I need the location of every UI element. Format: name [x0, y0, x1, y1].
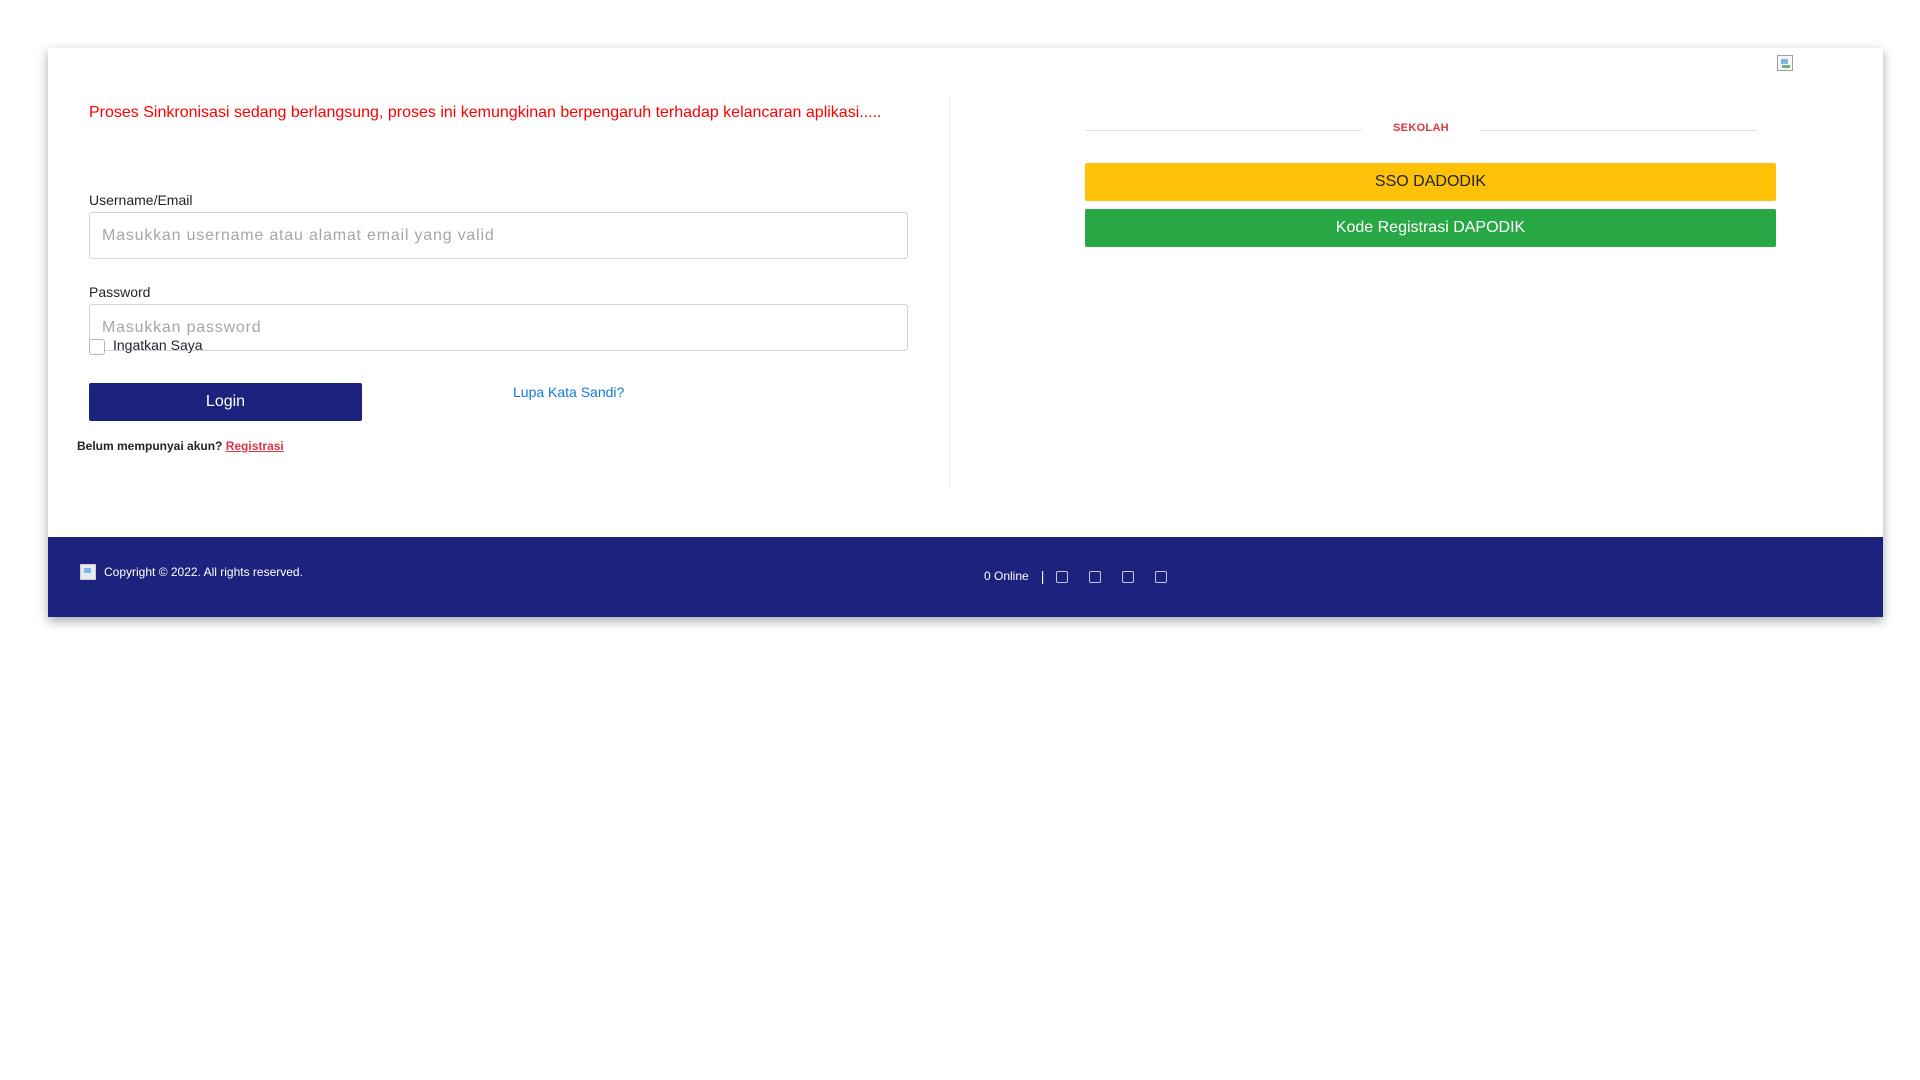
- remember-me-label: Ingatkan Saya: [113, 337, 203, 353]
- school-heading-text: SEKOLAH: [1393, 122, 1449, 134]
- social-icon[interactable]: [1089, 571, 1102, 583]
- remember-me-checkbox[interactable]: [89, 339, 105, 355]
- heading-line-left: [1085, 130, 1362, 131]
- social-icon[interactable]: [1056, 571, 1069, 583]
- sso-dadodik-button[interactable]: SSO DADODIK: [1085, 163, 1776, 201]
- login-card: Proses Sinkronisasi sedang berlangsung, …: [48, 48, 1883, 617]
- vertical-divider: [949, 95, 950, 489]
- register-link[interactable]: Registrasi: [226, 439, 284, 453]
- social-icon[interactable]: [1122, 571, 1135, 583]
- kode-registrasi-button[interactable]: Kode Registrasi DAPODIK: [1085, 209, 1776, 247]
- social-icon[interactable]: [1155, 571, 1168, 583]
- forgot-password-link[interactable]: Lupa Kata Sandi?: [513, 384, 624, 400]
- online-status: 0 Online |: [984, 568, 1168, 584]
- password-input[interactable]: [89, 304, 908, 351]
- remember-me-row: Ingatkan Saya: [89, 337, 203, 355]
- copyright-text: Copyright © 2022. All rights reserved.: [104, 565, 303, 579]
- broken-image-icon: [1777, 55, 1793, 71]
- username-label: Username/Email: [89, 192, 193, 208]
- username-input[interactable]: [89, 212, 908, 259]
- login-button[interactable]: Login: [89, 383, 362, 421]
- register-prompt: Belum mempunyai akun? Registrasi: [77, 439, 284, 453]
- broken-image-icon: [80, 564, 96, 580]
- sync-warning-message: Proses Sinkronisasi sedang berlangsung, …: [89, 104, 882, 121]
- footer: Copyright © 2022. All rights reserved. 0…: [48, 537, 1883, 617]
- school-panel: SEKOLAH SSO DADODIK Kode Registrasi DAPO…: [1085, 48, 1776, 488]
- heading-line-right: [1480, 130, 1757, 131]
- no-account-text: Belum mempunyai akun?: [77, 439, 223, 453]
- login-panel: Proses Sinkronisasi sedang berlangsung, …: [77, 48, 909, 488]
- online-count: 0 Online: [984, 569, 1029, 583]
- footer-separator: |: [1040, 568, 1045, 584]
- school-section-heading: SEKOLAH: [1085, 120, 1757, 140]
- password-label: Password: [89, 284, 151, 300]
